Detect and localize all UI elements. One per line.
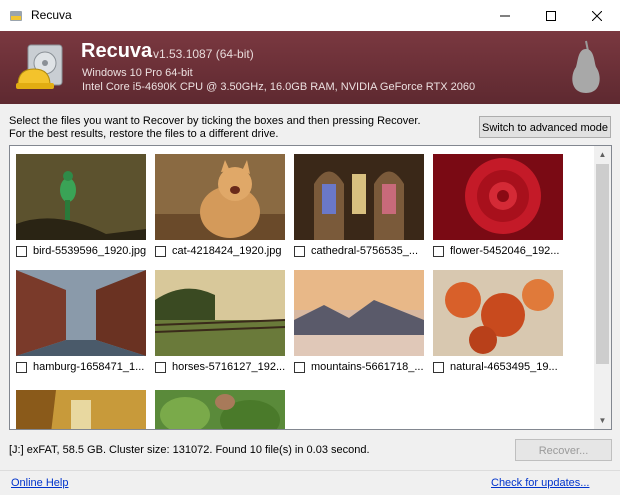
close-button[interactable]: [574, 0, 620, 31]
file-item[interactable]: bird-5539596_1920.jpg: [16, 154, 154, 266]
scroll-down-icon[interactable]: ▼: [594, 412, 611, 429]
window-title: Recuva: [31, 8, 72, 22]
file-checkbox[interactable]: [16, 362, 27, 373]
thumbnail-hamburg: [16, 270, 146, 356]
maximize-icon: [546, 10, 556, 21]
file-checkbox[interactable]: [433, 246, 444, 257]
file-name: mountains-5661718_...: [311, 361, 424, 373]
scrollbar-thumb[interactable]: [596, 164, 609, 364]
close-icon: [592, 10, 602, 21]
file-name: flower-5452046_192...: [450, 245, 560, 257]
file-checkbox[interactable]: [433, 362, 444, 373]
instruction-line-1: Select the files you want to Recover by …: [9, 115, 421, 127]
thumbnail-natural: [433, 270, 563, 356]
os-info: Windows 10 Pro 64-bit: [82, 67, 193, 79]
file-item[interactable]: cathedral-5756535_...: [294, 154, 432, 266]
file-item[interactable]: [16, 390, 154, 429]
minimize-button[interactable]: [482, 0, 528, 31]
title-bar: Recuva: [0, 0, 620, 32]
file-thumbnail-list[interactable]: bird-5539596_1920.jpg cat-4218424_1920.j…: [9, 145, 612, 430]
scroll-up-icon[interactable]: ▲: [594, 146, 611, 163]
thumbnail-bird: [16, 154, 146, 240]
file-item[interactable]: hamburg-1658471_1...: [16, 270, 154, 382]
thumbnail-autumn: [16, 390, 146, 429]
app-version: v1.53.1087 (64-bit): [153, 47, 254, 61]
thumbnail-horses: [155, 270, 285, 356]
thumbnail-cathedral: [294, 154, 424, 240]
file-checkbox[interactable]: [155, 246, 166, 257]
switch-advanced-mode-button[interactable]: Switch to advanced mode: [479, 116, 611, 138]
thumbnail-flower: [433, 154, 563, 240]
file-name: natural-4653495_19...: [450, 361, 558, 373]
recuva-app-icon: [10, 11, 22, 21]
thumbnail-mountains: [294, 270, 424, 356]
file-item[interactable]: natural-4653495_19...: [433, 270, 571, 382]
status-text: [J:] exFAT, 58.5 GB. Cluster size: 13107…: [9, 444, 370, 456]
file-checkbox[interactable]: [294, 362, 305, 373]
file-name: cat-4218424_1920.jpg: [172, 245, 282, 257]
maximize-button[interactable]: [528, 0, 574, 31]
recover-button[interactable]: Recover...: [515, 439, 612, 461]
online-help-link[interactable]: Online Help: [11, 477, 68, 489]
instruction-line-2: For the best results, restore the files …: [9, 128, 279, 140]
file-item[interactable]: cat-4218424_1920.jpg: [155, 154, 293, 266]
thumbnail-cat: [155, 154, 285, 240]
file-item[interactable]: [155, 390, 293, 429]
file-checkbox[interactable]: [294, 246, 305, 257]
hardware-info: Intel Core i5-4690K CPU @ 3.50GHz, 16.0G…: [82, 81, 476, 93]
file-name: horses-5716127_192...: [172, 361, 286, 373]
check-updates-link[interactable]: Check for updates...: [491, 477, 589, 489]
file-name: bird-5539596_1920.jpg: [33, 245, 147, 257]
file-item[interactable]: mountains-5661718_...: [294, 270, 432, 382]
instructions: Select the files you want to Recover by …: [9, 115, 421, 141]
pear-logo-icon: [572, 40, 600, 93]
app-name: Recuva: [81, 40, 153, 62]
file-name: hamburg-1658471_1...: [33, 361, 145, 373]
file-checkbox[interactable]: [16, 246, 27, 257]
footer: Online Help Check for updates...: [0, 470, 620, 495]
file-name: cathedral-5756535_...: [311, 245, 419, 257]
file-item[interactable]: horses-5716127_192...: [155, 270, 293, 382]
thumbnail-leaves: [155, 390, 285, 429]
file-item[interactable]: flower-5452046_192...: [433, 154, 571, 266]
minimize-icon: [500, 15, 510, 16]
recuva-logo-icon: [16, 44, 63, 89]
vertical-scrollbar[interactable]: ▲ ▼: [594, 146, 611, 429]
app-header: Recuva v1.53.1087 (64-bit) Windows 10 Pr…: [0, 31, 620, 104]
file-checkbox[interactable]: [155, 362, 166, 373]
